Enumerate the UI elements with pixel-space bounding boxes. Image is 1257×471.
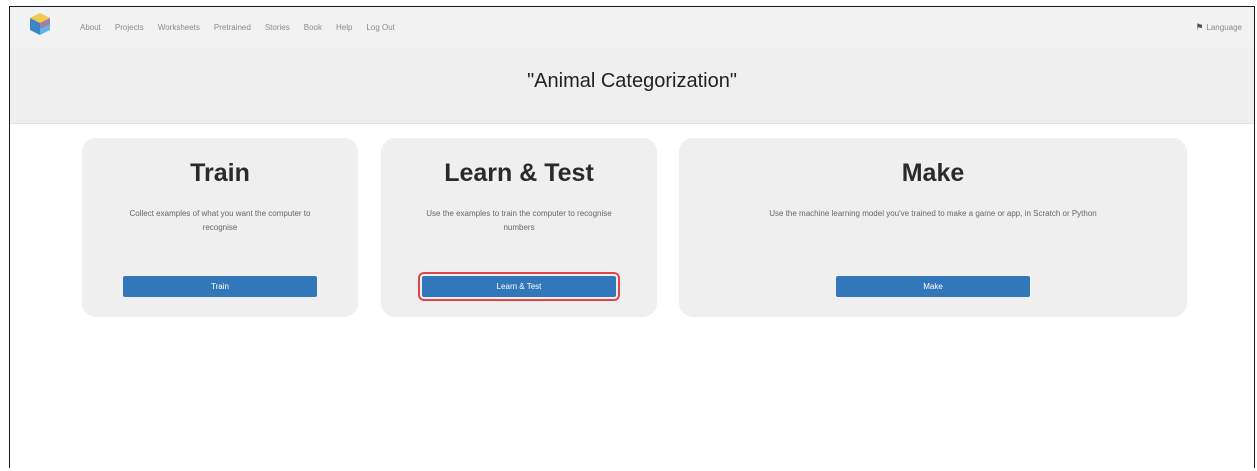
train-button[interactable]: Train: [123, 276, 317, 297]
train-card: Train Collect examples of what you want …: [82, 138, 358, 317]
app-frame: About Projects Worksheets Pretrained Sto…: [9, 6, 1255, 468]
make-description: Use the machine learning model you've tr…: [769, 209, 1097, 218]
nav-book[interactable]: Book: [304, 23, 322, 32]
learn-test-button[interactable]: Learn & Test: [418, 272, 620, 301]
train-description: Collect examples of what you want the co…: [129, 209, 311, 232]
make-button[interactable]: Make: [836, 276, 1030, 297]
project-title: "Animal Categorization": [527, 69, 737, 92]
learn-test-heading: Learn & Test: [444, 159, 594, 187]
cube-logo-icon[interactable]: [29, 12, 51, 36]
nav-pretrained[interactable]: Pretrained: [214, 23, 251, 32]
nav-worksheets[interactable]: Worksheets: [158, 23, 200, 32]
project-title-banner: "Animal Categorization": [10, 47, 1254, 124]
learn-test-description: Use the examples to train the computer t…: [426, 209, 612, 232]
nav-projects[interactable]: Projects: [115, 23, 144, 32]
nav-help[interactable]: Help: [336, 23, 352, 32]
nav-logout[interactable]: Log Out: [366, 23, 394, 32]
nav-about[interactable]: About: [80, 23, 101, 32]
globe-icon: ⚑: [1195, 21, 1204, 32]
learn-test-card: Learn & Test Use the examples to train t…: [381, 138, 657, 317]
make-heading: Make: [901, 159, 965, 187]
nav-menu: About Projects Worksheets Pretrained Sto…: [80, 7, 409, 47]
nav-stories[interactable]: Stories: [265, 23, 290, 32]
make-card: Make Use the machine learning model you'…: [679, 138, 1187, 317]
language-label: Language: [1206, 22, 1242, 32]
top-navbar: About Projects Worksheets Pretrained Sto…: [10, 7, 1254, 47]
train-heading: Train: [190, 159, 250, 187]
language-selector[interactable]: ⚑ Language: [1195, 7, 1242, 47]
